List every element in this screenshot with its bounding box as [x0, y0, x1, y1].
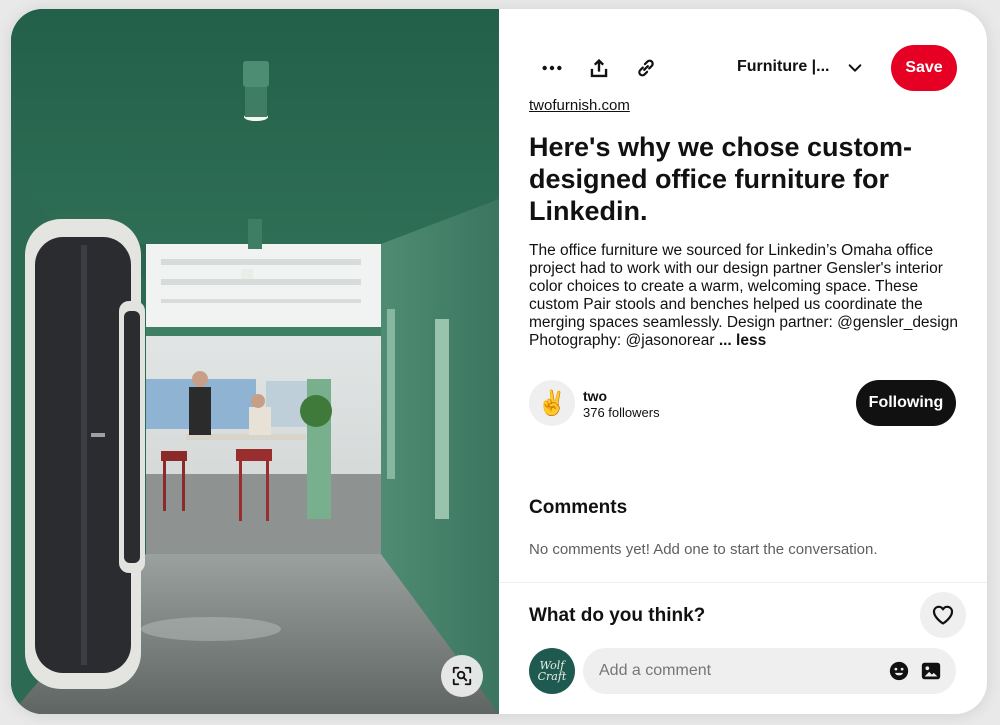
pin-photo-illustration: [11, 9, 499, 714]
pin-closeup-card: Furniture |... Save twofurnish.com Here'…: [11, 9, 987, 714]
image-icon: [921, 662, 941, 680]
comments-empty-text: No comments yet! Add one to start the co…: [529, 541, 878, 558]
creator-row: ✌ two 376 followers Following: [529, 380, 957, 426]
creator-followers: 376 followers: [583, 405, 660, 420]
image-upload-button[interactable]: [919, 659, 943, 683]
comment-prompt: What do you think?: [529, 605, 706, 626]
pin-details-panel: Furniture |... Save twofurnish.com Here'…: [499, 9, 987, 714]
creator-name[interactable]: two: [583, 388, 607, 404]
save-button[interactable]: Save: [891, 45, 957, 91]
lens-icon: [452, 666, 472, 686]
pin-image[interactable]: [11, 9, 499, 714]
user-avatar[interactable]: Wolf Craft: [529, 648, 575, 694]
comments-heading: Comments: [529, 497, 628, 518]
copy-link-button[interactable]: [627, 49, 665, 87]
emoji-button[interactable]: [887, 659, 911, 683]
comment-field[interactable]: [583, 648, 956, 694]
source-domain-link[interactable]: twofurnish.com: [529, 97, 630, 114]
board-selector-label[interactable]: Furniture |...: [737, 58, 829, 76]
share-icon: [590, 58, 608, 78]
heart-icon: [932, 605, 954, 625]
share-button[interactable]: [580, 49, 618, 87]
pin-description: The office furniture we sourced for Link…: [529, 242, 969, 350]
comment-input[interactable]: [599, 648, 869, 694]
pin-title: Here's why we chose custom-designed offi…: [529, 132, 913, 226]
chevron-down-icon: [848, 64, 862, 72]
following-button[interactable]: Following: [856, 380, 956, 426]
board-selector-dropdown[interactable]: [843, 56, 867, 80]
divider: [499, 582, 987, 583]
visual-search-button[interactable]: [441, 655, 483, 697]
show-less-link[interactable]: ... less: [719, 332, 766, 349]
react-button[interactable]: [920, 592, 966, 638]
pin-action-bar: Furniture |... Save: [529, 45, 957, 91]
link-icon: [638, 59, 654, 77]
emoji-icon: [889, 661, 909, 681]
creator-avatar[interactable]: ✌: [529, 380, 575, 426]
more-icon: [542, 65, 562, 71]
more-options-button[interactable]: [533, 49, 571, 87]
peace-hand-icon: ✌: [537, 389, 567, 417]
